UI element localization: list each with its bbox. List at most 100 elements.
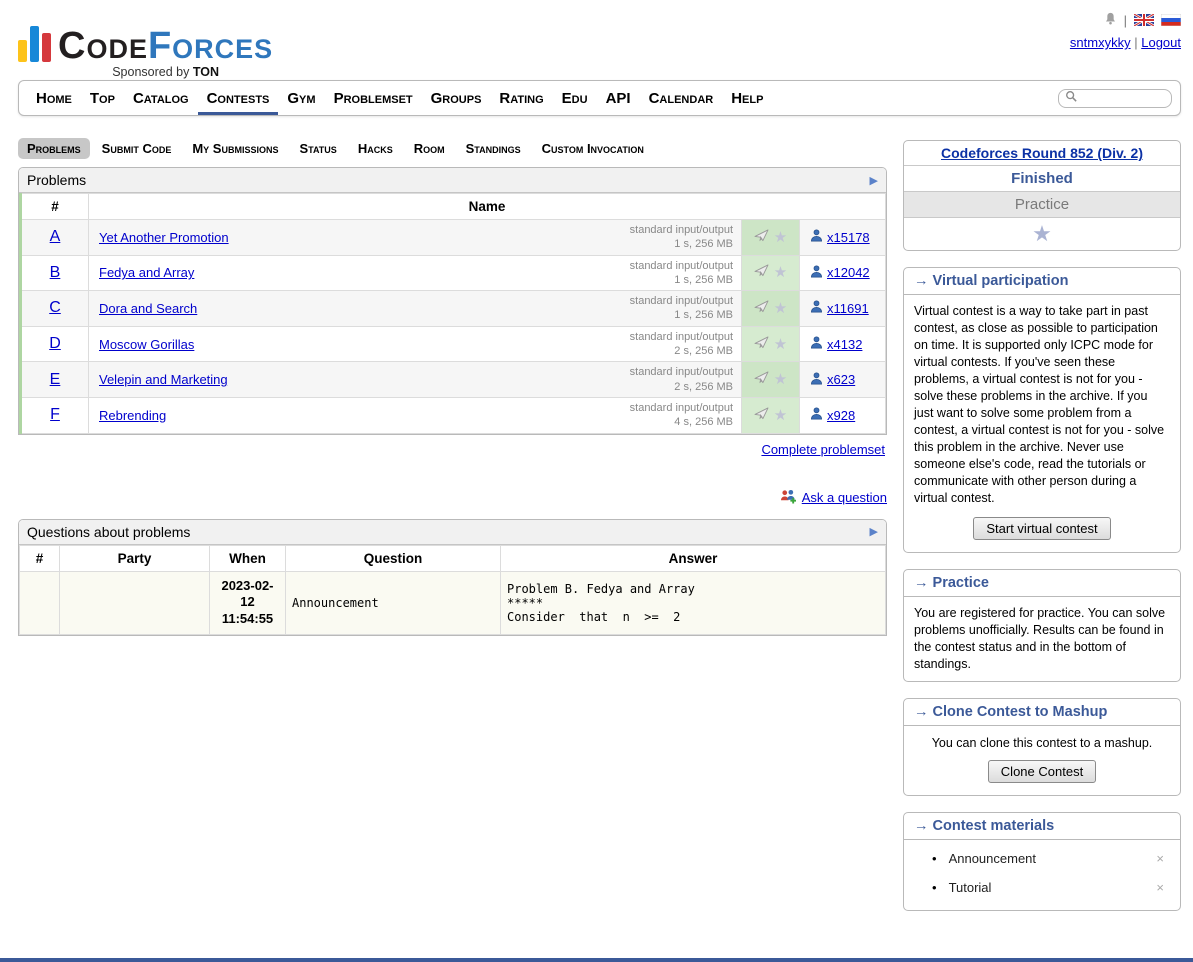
expand-arrow-icon[interactable]: ▶ (870, 525, 878, 538)
favorite-star-icon[interactable]: ★ (774, 371, 787, 388)
solved-count-link[interactable]: x15178 (806, 229, 879, 245)
sidebar: Codeforces Round 852 (Div. 2) Finished P… (903, 140, 1181, 911)
ru-flag-icon[interactable] (1161, 14, 1181, 26)
paper-plane-icon[interactable] (754, 229, 769, 246)
close-icon[interactable]: × (1152, 851, 1168, 866)
favorite-star-icon[interactable]: ★ (774, 264, 787, 281)
question-answer: Problem B. Fedya and Array ***** Conside… (501, 571, 886, 635)
subnav-standings[interactable]: Standings (457, 138, 530, 159)
questions-header-row: # Party When Question Answer (20, 545, 886, 571)
solved-count-link[interactable]: x12042 (806, 265, 879, 281)
problem-index-link[interactable]: A (50, 228, 61, 245)
problem-index-link[interactable]: B (50, 264, 61, 281)
nav-item-home[interactable]: Home (27, 82, 81, 115)
paper-plane-icon[interactable] (754, 407, 769, 424)
problem-name-link[interactable]: Velepin and Marketing (99, 372, 228, 387)
questions-table: # Party When Question Answer 2023-0 (19, 545, 886, 636)
nav-item-catalog[interactable]: Catalog (124, 82, 198, 115)
expand-arrow-icon[interactable]: ▶ (870, 174, 878, 187)
nav-item-problemset[interactable]: Problemset (325, 82, 422, 115)
sponsored-prefix: Sponsored by (112, 65, 193, 79)
material-announcement-link[interactable]: Announcement (949, 851, 1153, 866)
problem-index-link[interactable]: C (49, 299, 61, 316)
virtual-button-row: Start virtual contest (904, 515, 1180, 552)
solved-count-link[interactable]: x623 (806, 372, 879, 388)
codeforces-logo[interactable]: CodeForces Sponsored by TON (18, 8, 273, 78)
virtual-participation-box: → Virtual participation Virtual contest … (903, 267, 1181, 553)
start-virtual-contest-button[interactable]: Start virtual contest (973, 517, 1110, 540)
uk-flag-icon[interactable] (1134, 14, 1154, 26)
practice-text: You are registered for practice. You can… (904, 597, 1180, 681)
question-party (60, 571, 210, 635)
problem-index-link[interactable]: E (50, 371, 61, 388)
solved-count-link[interactable]: x4132 (806, 336, 879, 352)
contest-info-box: Codeforces Round 852 (Div. 2) Finished P… (903, 140, 1181, 251)
favorite-star-icon[interactable]: ★ (774, 336, 787, 353)
subnav-my-submissions[interactable]: My Submissions (183, 138, 287, 159)
list-item: Tutorial × (914, 873, 1170, 902)
table-row: A Yet Another Promotion standard input/o… (21, 220, 886, 256)
subnav-status[interactable]: Status (290, 138, 345, 159)
problem-name-link[interactable]: Fedya and Array (99, 265, 194, 280)
favorite-star-icon[interactable]: ★ (774, 300, 787, 317)
problems-caption-bar: Problems ▶ (19, 168, 886, 193)
subnav-problems[interactable]: Problems (18, 138, 90, 159)
bell-icon[interactable] (1104, 12, 1117, 28)
virtual-participation-title: → Virtual participation (904, 268, 1180, 295)
contest-title-link[interactable]: Codeforces Round 852 (Div. 2) (941, 145, 1143, 161)
nav-item-contests[interactable]: Contests (198, 82, 279, 115)
virtual-participation-text: Virtual contest is a way to take part in… (904, 295, 1180, 515)
nav-item-help[interactable]: Help (722, 82, 772, 115)
username-link[interactable]: sntmxykky (1070, 35, 1131, 50)
nav-item-top[interactable]: Top (81, 82, 124, 115)
col-header-index: # (21, 194, 89, 220)
questions-caption: Questions about problems (27, 524, 190, 540)
sponsored-brand: TON (193, 65, 219, 79)
complete-problemset-link[interactable]: Complete problemset (761, 442, 885, 457)
nav-item-calendar[interactable]: Calendar (640, 82, 723, 115)
paper-plane-icon[interactable] (754, 336, 769, 353)
header-icons-row: | (1070, 12, 1181, 28)
favorite-star-icon[interactable]: ★ (774, 407, 787, 424)
table-row: B Fedya and Array standard input/output1… (21, 255, 886, 291)
nav-item-rating[interactable]: Rating (490, 82, 552, 115)
nav-item-gym[interactable]: Gym (278, 82, 324, 115)
nav-item-api[interactable]: API (597, 82, 640, 115)
paper-plane-icon[interactable] (754, 264, 769, 281)
subnav-hacks[interactable]: Hacks (349, 138, 402, 159)
subnav-submit-code[interactable]: Submit Code (93, 138, 181, 159)
close-icon[interactable]: × (1152, 880, 1168, 895)
header: CodeForces Sponsored by TON | sntmxykky … (18, 0, 1181, 78)
col-header-num: # (20, 545, 60, 571)
solved-count-link[interactable]: x11691 (806, 300, 879, 316)
logout-link[interactable]: Logout (1141, 35, 1181, 50)
favorite-star-icon[interactable]: ★ (774, 229, 787, 246)
material-tutorial-link[interactable]: Tutorial (949, 880, 1153, 895)
subnav-custom-invocation[interactable]: Custom Invocation (533, 138, 653, 159)
nav-item-groups[interactable]: Groups (422, 82, 491, 115)
contest-materials-list: Announcement × Tutorial × (904, 844, 1180, 902)
contest-materials-title: → Contest materials (904, 813, 1180, 840)
paper-plane-icon[interactable] (754, 371, 769, 388)
main-nav-links: Home Top Catalog Contests Gym Problemset… (27, 82, 772, 115)
problem-index-link[interactable]: D (49, 335, 61, 352)
ask-question-row: Ask a question (18, 489, 887, 507)
favorite-star-icon[interactable]: ★ (1032, 221, 1052, 246)
nav-item-edu[interactable]: Edu (553, 82, 597, 115)
paper-plane-icon[interactable] (754, 300, 769, 317)
user-row: sntmxykky | Logout (1070, 35, 1181, 50)
problem-name-link[interactable]: Dora and Search (99, 301, 197, 316)
problem-name-link[interactable]: Rebrending (99, 408, 166, 423)
footer-bar (0, 958, 1193, 962)
ask-question-link[interactable]: Ask a question (802, 490, 887, 505)
problem-name-link[interactable]: Moscow Gorillas (99, 337, 194, 352)
search-input[interactable] (1081, 90, 1165, 106)
solved-count-link[interactable]: x928 (806, 407, 879, 423)
problem-name-link[interactable]: Yet Another Promotion (99, 230, 229, 245)
question-text: Announcement (286, 571, 501, 635)
subnav-room[interactable]: Room (405, 138, 454, 159)
logo-bars-icon (18, 26, 51, 78)
problem-index-link[interactable]: F (50, 406, 60, 423)
clone-contest-button[interactable]: Clone Contest (988, 760, 1096, 783)
problems-header-row: # Name (21, 194, 886, 220)
